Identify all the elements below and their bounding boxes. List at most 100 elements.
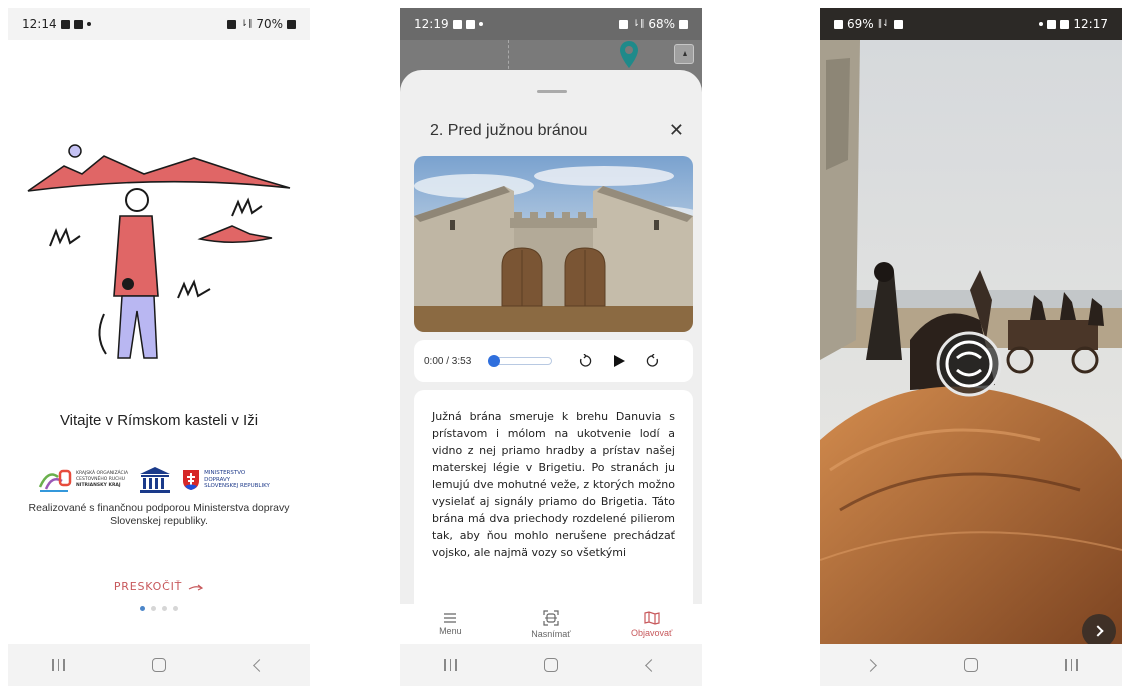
recents-icon (444, 659, 457, 671)
back-icon (253, 658, 267, 672)
tab-menu[interactable]: Menu (415, 612, 485, 636)
audio-seek-knob[interactable] (488, 355, 500, 367)
ministry-line-3: SLOVENSKEJ REPUBLIKY (204, 483, 270, 490)
tab-label: Nasnímať (531, 628, 571, 639)
back-icon (863, 658, 877, 672)
signal-icon: ⇂∥ (240, 19, 253, 29)
audio-player: 0:00 / 3:53 (414, 340, 693, 382)
figure-head (125, 188, 149, 212)
play-icon[interactable] (612, 354, 626, 368)
sheet-drag-handle[interactable] (537, 90, 567, 93)
back-icon (645, 658, 659, 672)
home-button[interactable] (531, 650, 571, 680)
tab-label: Objavovať (630, 627, 673, 638)
battery-icon (834, 19, 843, 29)
figure-trousers (117, 295, 158, 359)
partner-logos: KRAJSKÁ ORGANIZÁCIA CESTOVNÉHO RUCHU NIT… (38, 463, 288, 497)
hills (27, 155, 291, 192)
dot-icon (478, 22, 483, 26)
detail-screen: 12:19 ⇂∥ 68% 2. Pred južnou bránou ✕ 0:0… (400, 8, 702, 686)
status-bar: 12:14 ⇂∥ 70% (8, 8, 310, 40)
location-pin-icon[interactable] (619, 40, 639, 72)
grass-right (231, 197, 263, 217)
page-dot[interactable] (151, 606, 156, 611)
page-dot[interactable] (162, 606, 167, 611)
lock-icon (619, 19, 629, 29)
close-button[interactable]: ✕ (669, 120, 684, 141)
status-bar: 12:19 ⇂∥ 68% (400, 8, 702, 40)
description-text: Južná brána smeruje k brehu Danuvia s pr… (432, 410, 675, 559)
tab-scan[interactable]: Nasnímať (516, 609, 586, 639)
battery-icon (287, 19, 296, 29)
system-nav-bar (820, 644, 1122, 686)
recents-icon (52, 659, 65, 671)
unesco-logo (140, 467, 171, 493)
system-nav-bar (400, 644, 702, 686)
rewind-icon[interactable] (578, 354, 592, 368)
bottom-sheet: 2. Pred južnou bránou ✕ 0:00 / 3:53 Južn… (400, 70, 702, 630)
rock (197, 225, 273, 244)
arrow-right-icon (188, 584, 204, 591)
home-button[interactable] (139, 650, 179, 680)
recents-button[interactable] (430, 650, 470, 680)
battery-level: 69% (847, 17, 874, 31)
recents-icon (1065, 659, 1078, 671)
back-button[interactable] (240, 650, 280, 680)
funding-credit: Realizované s finančnou podporou Ministe… (28, 502, 290, 527)
notification-icon (1047, 19, 1057, 29)
menu-icon (444, 612, 457, 623)
ar-marker-icon[interactable] (935, 330, 1003, 398)
bottom-tab-bar: Menu Nasnímať Objavovať (400, 604, 702, 644)
slovak-coat-of-arms (183, 470, 200, 490)
scan-icon (543, 609, 559, 626)
system-nav-bar (8, 644, 310, 686)
grass-left (49, 227, 81, 247)
recents-button[interactable] (38, 650, 78, 680)
sheet-title: 2. Pred južnou bránou (430, 122, 588, 139)
back-button[interactable] (850, 650, 890, 680)
audio-seek-bar[interactable] (488, 355, 552, 367)
next-button[interactable] (1082, 614, 1116, 648)
map-icon (644, 610, 660, 625)
battery-level: 68% (648, 17, 675, 31)
figure-hand (122, 278, 134, 290)
dot-icon (1039, 22, 1044, 26)
gallery-icon (60, 19, 70, 29)
page-dot-active[interactable] (140, 606, 145, 611)
compass-button[interactable] (674, 44, 694, 64)
figure-coat (113, 215, 159, 297)
page-dot[interactable] (173, 606, 178, 611)
ar-screen: 69% ∥⇃ 12:17 (820, 8, 1122, 686)
lock-icon (893, 19, 903, 29)
gallery-icon (452, 19, 462, 29)
page-indicator (8, 606, 310, 611)
grass-middle (177, 279, 211, 299)
kocr-logo: KRAJSKÁ ORGANIZÁCIA CESTOVNÉHO RUCHU NIT… (38, 467, 128, 493)
battery-icon (679, 19, 688, 29)
home-icon (151, 658, 166, 672)
moon (68, 144, 82, 158)
tab-explore[interactable]: Objavovať (617, 610, 687, 638)
lock-icon (227, 19, 237, 29)
notification-icon (465, 19, 475, 29)
welcome-title: Vitajte v Rímskom kasteli v Iži (59, 412, 259, 429)
skip-button[interactable]: PRESKOČIŤ (8, 580, 310, 593)
dot-icon (86, 22, 91, 26)
status-time: 12:17 (1073, 17, 1108, 31)
welcome-illustration (27, 144, 291, 359)
status-time: 12:14 (22, 17, 57, 31)
home-icon (543, 658, 558, 672)
tab-label: Menu (439, 625, 462, 636)
description-card[interactable]: Južná brána smeruje k brehu Danuvia s pr… (414, 390, 693, 630)
battery-level: 70% (256, 17, 283, 31)
welcome-screen: 12:14 ⇂∥ 70% Vitajte v Rímskom kasteli v… (8, 8, 310, 686)
status-time: 12:19 (414, 17, 449, 31)
skip-label: PRESKOČIŤ (113, 580, 183, 593)
home-button[interactable] (951, 650, 991, 680)
kocr-line-3: NITRIANSKY KRAJ (76, 483, 121, 488)
back-button[interactable] (632, 650, 672, 680)
forward-icon[interactable] (646, 354, 660, 368)
status-bar: 69% ∥⇃ 12:17 (820, 8, 1122, 40)
recents-button[interactable] (1052, 650, 1092, 680)
walking-cane (98, 313, 107, 355)
